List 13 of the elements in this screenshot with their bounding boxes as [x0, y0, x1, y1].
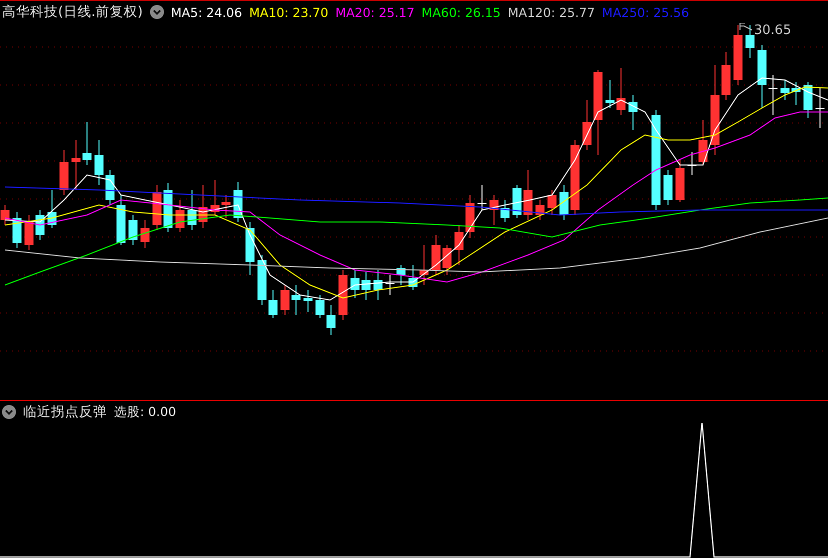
- indicator-title: 临近拐点反弹: [23, 403, 107, 421]
- indicator-value: MA120: 25.77: [508, 4, 595, 20]
- dropdown-chevron-icon[interactable]: [150, 5, 164, 19]
- indicator-value: MA60: 26.15: [422, 4, 501, 20]
- indicator-value: MA250: 25.56: [602, 4, 690, 20]
- indicator-value: MA10: 23.70: [249, 4, 328, 20]
- high-price-label: 30.65: [754, 23, 792, 38]
- high-marker-icon: [740, 23, 752, 30]
- stock-title: 高华科技(日线.前复权): [2, 3, 143, 21]
- indicator-value: MA20: 25.17: [335, 4, 415, 20]
- dropdown-chevron-icon[interactable]: [2, 405, 16, 419]
- indicator-value: MA5: 24.06: [170, 4, 242, 20]
- signal-value: 选股: 0.00: [114, 404, 176, 420]
